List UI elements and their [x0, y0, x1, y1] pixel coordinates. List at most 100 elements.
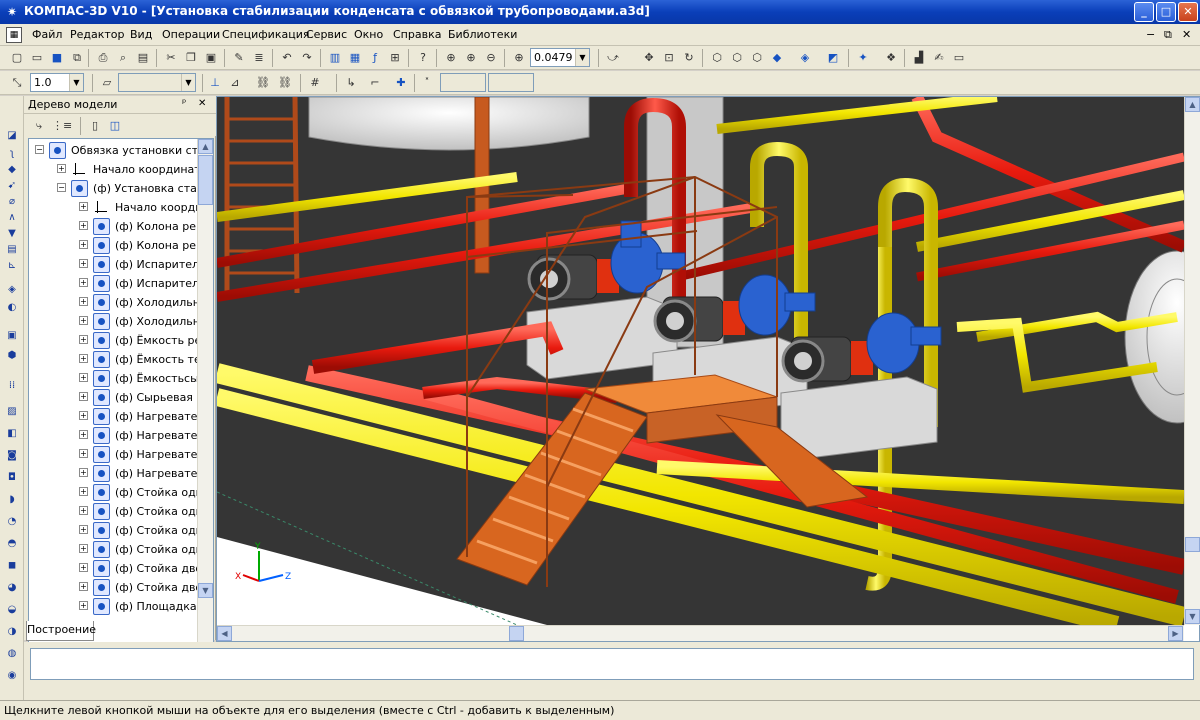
- zoom-window-icon[interactable]: ⊕: [442, 49, 460, 67]
- paperclip-icon[interactable]: ⌀: [3, 194, 21, 210]
- coord-y-field[interactable]: [488, 73, 534, 92]
- lock-icon[interactable]: ◙: [3, 448, 21, 464]
- scroll-up-icon[interactable]: ▲: [198, 139, 213, 154]
- open-icon[interactable]: ▭: [28, 49, 46, 67]
- tree-item[interactable]: +(ф) Стойка одинар: [29, 502, 211, 521]
- link-icon[interactable]: ⛓: [254, 74, 272, 92]
- diamond-icon[interactable]: ◆: [3, 162, 21, 178]
- tree-item[interactable]: +(ф) Стойка двойна: [29, 559, 211, 578]
- collapse-icon[interactable]: −: [57, 183, 66, 192]
- close-button[interactable]: ✕: [1178, 2, 1198, 22]
- tree-item[interactable]: − Обвязка установки стабилиз: [29, 141, 211, 160]
- shell-icon[interactable]: ◘: [3, 470, 21, 486]
- print-preview-icon[interactable]: ⌕: [114, 49, 132, 67]
- hscroll-thumb[interactable]: [509, 626, 524, 641]
- thread-icon[interactable]: ◉: [3, 668, 21, 684]
- edit-part-icon[interactable]: ◪: [3, 128, 21, 144]
- document-icon[interactable]: ▦: [6, 27, 22, 43]
- tree-item[interactable]: +Начало координат: [29, 198, 211, 217]
- tree-page-icon[interactable]: ▯: [86, 117, 104, 135]
- panel-icon[interactable]: ▥: [326, 49, 344, 67]
- expand-icon[interactable]: +: [79, 487, 88, 496]
- tree-item[interactable]: +Начало координат: [29, 160, 211, 179]
- expand-icon[interactable]: +: [79, 316, 88, 325]
- paste-icon[interactable]: ▣: [202, 49, 220, 67]
- expand-icon[interactable]: +: [79, 240, 88, 249]
- tree-item[interactable]: +(ф) Стойка одинар: [29, 483, 211, 502]
- tree-item[interactable]: +(ф) Нагреватель сы: [29, 464, 211, 483]
- tree-item[interactable]: +(ф) Колона ректиф: [29, 236, 211, 255]
- menu-service[interactable]: Сервис: [306, 28, 347, 41]
- list-icon[interactable]: ≣: [250, 49, 268, 67]
- scroll-thumb[interactable]: [1185, 537, 1200, 552]
- zoom-in-icon[interactable]: ⊕: [462, 49, 480, 67]
- scroll-down-icon[interactable]: ▼: [1185, 609, 1200, 624]
- tree-item[interactable]: +(ф) Ёмкость теплон: [29, 350, 211, 369]
- tree-item[interactable]: + (ф) Площадка: [29, 597, 211, 616]
- fillet-icon[interactable]: ◔: [3, 514, 21, 530]
- save-icon[interactable]: ■: [48, 49, 66, 67]
- zoom-scale-icon[interactable]: ⊕: [510, 49, 528, 67]
- local-cs-icon[interactable]: ⊥: [206, 74, 224, 92]
- model-scene[interactable]: Y X Z: [217, 97, 1184, 625]
- properties-icon[interactable]: ▤: [134, 49, 152, 67]
- surface-icon[interactable]: ◧: [3, 426, 21, 442]
- measure-icon[interactable]: ▟: [910, 49, 928, 67]
- tree-item[interactable]: + (ф) Холодильник -: [29, 293, 211, 312]
- properties-panel-area[interactable]: [30, 648, 1194, 680]
- perspective-icon[interactable]: ◩: [824, 49, 842, 67]
- expand-icon[interactable]: +: [79, 430, 88, 439]
- hidden-thin-icon[interactable]: ⬡: [748, 49, 766, 67]
- expand-icon[interactable]: +: [79, 373, 88, 382]
- tree-item[interactable]: +(ф) Ёмкостьсырьев: [29, 369, 211, 388]
- close-panel-button[interactable]: ✕: [198, 98, 206, 109]
- expand-icon[interactable]: +: [79, 202, 88, 211]
- chevron-down-icon[interactable]: ▼: [69, 74, 83, 91]
- expand-icon[interactable]: +: [79, 563, 88, 572]
- expand-icon[interactable]: +: [79, 601, 88, 610]
- doc-close-button[interactable]: ✕: [1182, 28, 1191, 41]
- tree-item[interactable]: +(ф) Испаритель И -: [29, 255, 211, 274]
- measure-icon[interactable]: ⊾: [3, 258, 21, 274]
- redo-icon[interactable]: ↷: [298, 49, 316, 67]
- model-tree-list[interactable]: − Обвязка установки стабилиз + Начало коорд…: [28, 138, 214, 696]
- tree-item[interactable]: +(ф) Сырьевая ёмко: [29, 388, 211, 407]
- tree-item[interactable]: +(ф) Колона ректиф: [29, 217, 211, 236]
- viewport-vertical-scrollbar[interactable]: ▲ ▼: [1184, 97, 1200, 625]
- hole-icon[interactable]: ◍: [3, 646, 21, 662]
- grid-icon[interactable]: ⊞: [386, 49, 404, 67]
- new-document-icon[interactable]: ▢: [8, 49, 26, 67]
- tree-item[interactable]: +(ф) Нагреватель сы: [29, 426, 211, 445]
- tree-item[interactable]: +(ф) Испаритель И -: [29, 274, 211, 293]
- sweep-icon[interactable]: ◒: [3, 602, 21, 618]
- rotate-icon[interactable]: ↻: [680, 49, 698, 67]
- unlink-icon[interactable]: ⛓: [276, 74, 294, 92]
- title-bar[interactable]: ✷ КОМПАС-3D V10 - [Установка стабилизаци…: [0, 0, 1200, 24]
- zoom-fit-icon[interactable]: ⊡: [660, 49, 678, 67]
- tree-item[interactable]: +(ф) Стойка двойна: [29, 578, 211, 597]
- pan-icon[interactable]: ✥: [640, 49, 658, 67]
- scroll-up-icon[interactable]: ▲: [1185, 97, 1200, 112]
- scroll-left-icon[interactable]: ◀: [217, 626, 232, 641]
- coord-x-field[interactable]: [440, 73, 486, 92]
- menu-operations[interactable]: Операции: [162, 28, 220, 41]
- tree-item[interactable]: + (ф) Холодильник -: [29, 312, 211, 331]
- angle-icon[interactable]: ∧: [3, 210, 21, 226]
- menu-editor[interactable]: Редактор: [70, 28, 125, 41]
- chevron-down-icon[interactable]: ▼: [575, 49, 589, 66]
- model-viewport[interactable]: Y X Z ▲ ▼ ◀ ▶: [216, 96, 1200, 642]
- menu-window[interactable]: Окно: [354, 28, 383, 41]
- cut-icon[interactable]: ✂: [162, 49, 180, 67]
- expand-icon[interactable]: +: [79, 335, 88, 344]
- expand-icon[interactable]: +: [79, 411, 88, 420]
- maximize-button[interactable]: □: [1156, 2, 1176, 22]
- tree-structure-icon[interactable]: ⤷: [30, 117, 48, 135]
- function-icon[interactable]: ƒ: [366, 49, 384, 67]
- tab-construction[interactable]: Построение: [26, 621, 96, 641]
- loft-icon[interactable]: ◑: [3, 624, 21, 640]
- expand-icon[interactable]: +: [79, 525, 88, 534]
- expand-icon[interactable]: +: [79, 221, 88, 230]
- expand-icon[interactable]: +: [79, 392, 88, 401]
- sketch-icon[interactable]: ✍: [930, 49, 948, 67]
- scroll-down-icon[interactable]: ▼: [198, 583, 213, 598]
